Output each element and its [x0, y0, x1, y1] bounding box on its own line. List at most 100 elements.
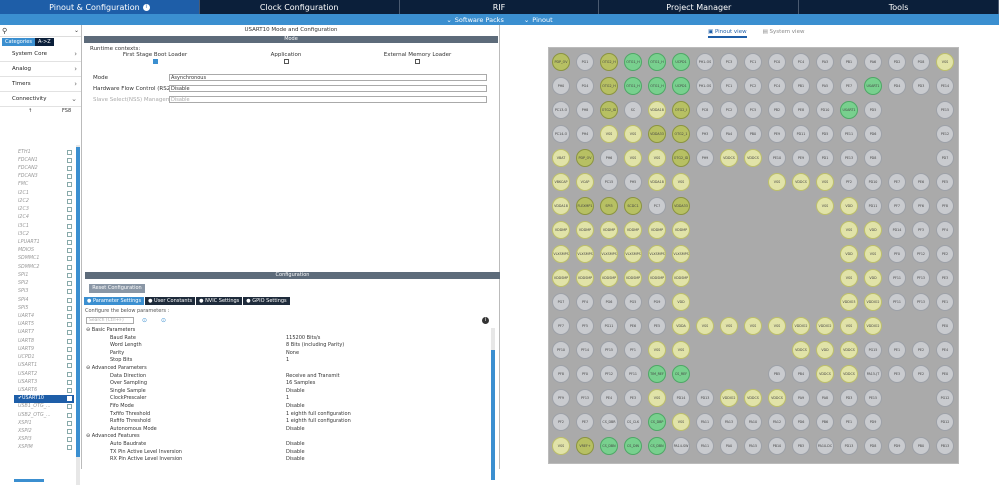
pin[interactable]: PE7 — [888, 173, 906, 191]
parameter-row[interactable]: TX Pin Active Level Inversion Disable — [86, 449, 491, 457]
chevron-down-icon[interactable]: ⌄ — [74, 27, 79, 34]
peripheral-item[interactable]: SPI5 — [14, 304, 74, 312]
pin[interactable]: PE3 — [624, 389, 642, 407]
scrollbar-thumb[interactable] — [76, 147, 80, 457]
vertical-scrollbar[interactable] — [76, 145, 80, 485]
pin[interactable]: OTG2_ID — [672, 149, 690, 167]
pin[interactable]: PA15-JT — [864, 365, 882, 383]
pin[interactable]: PC1 — [720, 77, 738, 95]
pin[interactable]: PF14 — [576, 341, 594, 359]
pin[interactable]: PA10 — [744, 413, 762, 431]
reset-configuration-button[interactable]: Reset Configuration — [89, 284, 145, 293]
pin[interactable]: PH6 — [600, 149, 618, 167]
pin[interactable]: PG15 — [864, 341, 882, 359]
parameter-row[interactable]: Baud Rate 115200 Bits/s — [86, 335, 491, 343]
pin[interactable]: VDDIO2 — [864, 317, 882, 335]
peripheral-item[interactable]: SPI4 — [14, 296, 74, 304]
system-view-tab[interactable]: ▤ System view — [763, 29, 805, 38]
pin[interactable]: PF12 — [912, 245, 930, 263]
parameter-row[interactable]: RX Pin Active Level Inversion Disable — [86, 456, 491, 464]
pin[interactable]: PA15 — [744, 437, 762, 455]
pin[interactable]: PB6 — [816, 413, 834, 431]
pin[interactable]: PD9 — [888, 437, 906, 455]
peripheral-checkbox[interactable] — [67, 313, 72, 319]
pin[interactable]: SC — [624, 101, 642, 119]
pin[interactable]: PD8 — [864, 149, 882, 167]
pin[interactable]: PE13 — [840, 149, 858, 167]
pin[interactable]: OTG2_ID — [600, 101, 618, 119]
pin[interactable]: PE2 — [912, 341, 930, 359]
peripheral-item[interactable]: SPI1 — [14, 271, 74, 279]
pin[interactable]: PB1 — [792, 77, 810, 95]
parameter-row[interactable]: Auto Baudrate Disable — [86, 441, 491, 449]
pin[interactable]: PG5 — [624, 293, 642, 311]
pin[interactable]: VDDMP — [672, 221, 690, 239]
pin[interactable]: PH1-OS — [696, 77, 714, 95]
pin[interactable]: PE1 — [840, 413, 858, 431]
peripheral-checkbox[interactable] — [67, 338, 72, 344]
pin[interactable]: PD4 — [888, 77, 906, 95]
pin[interactable]: PD10 — [816, 101, 834, 119]
peripheral-item[interactable]: UART4 — [14, 312, 74, 320]
sort-arrow-icon[interactable]: ↑ — [28, 108, 32, 114]
pin[interactable]: PA11 — [696, 437, 714, 455]
pin[interactable]: VDDMP — [552, 221, 570, 239]
pin[interactable]: PG12 — [936, 389, 954, 407]
pin[interactable]: PG6 — [600, 293, 618, 311]
pin[interactable]: CS_DBP — [648, 413, 666, 431]
pin[interactable]: VSS — [696, 317, 714, 335]
tab-parameter-settings[interactable]: ● Parameter Settings — [84, 297, 145, 305]
peripheral-item[interactable]: XSPI1 — [14, 419, 74, 427]
pin[interactable]: PC14-O — [552, 125, 570, 143]
peripheral-item[interactable]: I3C2 — [14, 230, 74, 238]
pin[interactable]: PE2 — [912, 365, 930, 383]
pin[interactable]: OTG2_H — [600, 53, 618, 71]
pin[interactable]: VDDCS — [744, 389, 762, 407]
pin[interactable]: PB2 — [768, 101, 786, 119]
pin[interactable]: VSS — [672, 173, 690, 191]
pin[interactable]: PB5 — [768, 365, 786, 383]
pin[interactable]: PF11 — [888, 269, 906, 287]
pin[interactable]: VSS — [864, 245, 882, 263]
pin[interactable]: VDDSMP — [648, 269, 666, 287]
pin[interactable]: CS_DIN — [624, 437, 642, 455]
parameter-row[interactable]: Stop Bits 1 — [86, 357, 491, 365]
peripheral-checkbox[interactable] — [67, 420, 72, 426]
pin[interactable]: PA13 — [720, 413, 738, 431]
pin[interactable]: PE2 — [936, 245, 954, 263]
pin[interactable]: VDDMP — [624, 221, 642, 239]
pin[interactable]: PG9 — [648, 293, 666, 311]
pin[interactable]: PD1 — [816, 149, 834, 167]
peripheral-checkbox[interactable] — [67, 166, 72, 172]
pin[interactable]: VDDCS — [840, 365, 858, 383]
pin[interactable]: VDDSMP — [624, 269, 642, 287]
pin[interactable]: PF2 — [840, 173, 858, 191]
pinout-view-tab[interactable]: ▣ Pinout view — [708, 29, 747, 38]
pin[interactable]: PF7 — [888, 197, 906, 215]
pin[interactable]: PF9 — [552, 389, 570, 407]
tab-clock-configuration[interactable]: Clock Configuration — [200, 0, 400, 14]
peripheral-checkbox[interactable] — [67, 445, 72, 451]
pin[interactable]: OTG1_H — [624, 53, 642, 71]
pin[interactable]: VSS — [840, 317, 858, 335]
pin[interactable]: PC2 — [720, 101, 738, 119]
pin[interactable]: PE9 — [792, 149, 810, 167]
pin[interactable]: PC4 — [792, 53, 810, 71]
parameter-row[interactable]: Parity None — [86, 350, 491, 358]
pin[interactable]: VDDCS — [792, 173, 810, 191]
peripheral-item[interactable]: ✔USART10 — [14, 394, 74, 403]
pin[interactable]: PB4 — [792, 365, 810, 383]
pin[interactable]: VBKCAP — [552, 173, 570, 191]
pin[interactable]: CS_DBN — [600, 437, 618, 455]
pin[interactable]: PD7 — [936, 149, 954, 167]
peripheral-item[interactable]: I2C1 — [14, 189, 74, 197]
pin[interactable]: PA0 — [720, 437, 738, 455]
pin[interactable]: VCAP — [576, 173, 594, 191]
pin[interactable]: VSS — [672, 341, 690, 359]
pin[interactable]: SPI3 — [600, 197, 618, 215]
pin[interactable]: VDD — [864, 221, 882, 239]
pin[interactable]: VDDIO3 — [840, 293, 858, 311]
peripheral-item[interactable]: I2C3 — [14, 206, 74, 214]
pin[interactable]: VSS — [600, 125, 618, 143]
horizontal-scrollbar[interactable] — [14, 479, 44, 482]
